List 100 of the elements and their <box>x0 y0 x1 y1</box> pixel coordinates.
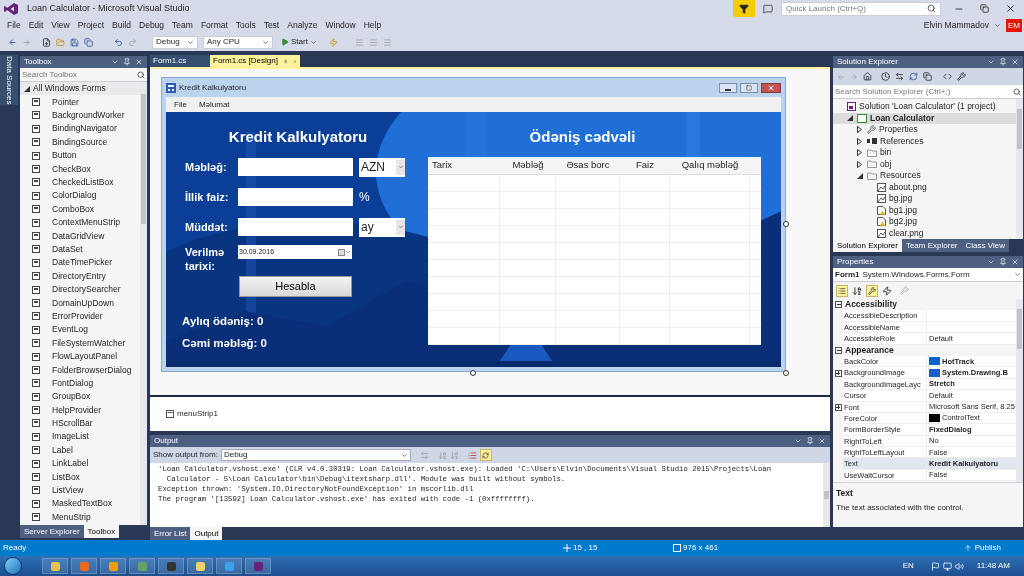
filter-icon[interactable] <box>733 0 755 17</box>
collapsed-arrow-icon[interactable] <box>857 137 862 145</box>
scrollbar-thumb[interactable] <box>141 94 146 224</box>
panel-tab[interactable]: Server Explorer <box>20 525 84 538</box>
properties-icon[interactable] <box>866 284 878 297</box>
toolbox-item[interactable]: HScrollBar <box>20 416 140 431</box>
language-indicator[interactable]: EN <box>902 560 914 572</box>
scrollbar-thumb[interactable] <box>1017 109 1022 149</box>
input-field[interactable] <box>238 158 353 176</box>
output-source-dropdown[interactable]: Debug <box>220 449 411 461</box>
toolbox-item[interactable]: HelpProvider <box>20 403 140 417</box>
menu-item[interactable]: Test <box>259 18 284 32</box>
tree-item[interactable]: bg2.jpg <box>833 216 1016 228</box>
restore-icon[interactable] <box>980 4 989 13</box>
close-button[interactable] <box>761 82 781 93</box>
toolbox-item[interactable]: EventLog <box>20 323 140 337</box>
object-selector[interactable]: Form1 System.Windows.Forms.Form <box>833 268 1023 282</box>
resize-handle[interactable] <box>783 221 789 227</box>
menu-item[interactable]: View <box>47 18 74 32</box>
toolbox-item[interactable]: BindingNavigator <box>20 122 140 136</box>
start-button[interactable]: Start <box>278 35 320 49</box>
property-category[interactable]: Accessibility <box>833 299 1016 311</box>
toolbox-item[interactable]: ImageList <box>20 430 140 444</box>
menu-item[interactable]: Build <box>108 18 135 32</box>
panel-tab[interactable]: Class View <box>961 239 1009 252</box>
toolbox-item[interactable]: DataSet <box>20 242 140 257</box>
quick-launch-field[interactable]: Quick Launch (Ctrl+Q) <box>781 1 941 16</box>
search-icon[interactable] <box>1013 87 1021 96</box>
scrollbar-thumb[interactable] <box>824 491 829 499</box>
expand-box-icon[interactable] <box>834 403 842 411</box>
toolbox-item[interactable]: Label <box>20 443 140 457</box>
side-tab[interactable]: Data Sources <box>0 55 18 106</box>
expand-box-icon[interactable] <box>834 369 842 377</box>
column-header[interactable]: Tarix <box>428 158 500 173</box>
toolbox-item[interactable]: GroupBox <box>20 390 140 404</box>
tree-item[interactable]: obj <box>833 158 1016 170</box>
toolbox-item[interactable]: DataGridView <box>20 229 140 243</box>
panel-tab[interactable]: Error List <box>150 527 191 540</box>
panel-tab[interactable]: Output <box>190 527 223 540</box>
scrollbar-thumb[interactable] <box>1017 309 1022 349</box>
pin-icon[interactable] <box>999 58 1007 66</box>
resize-handle[interactable] <box>470 370 476 376</box>
collapsed-arrow-icon[interactable] <box>857 126 862 134</box>
pin-icon[interactable] <box>999 258 1007 266</box>
platform-dropdown[interactable]: Any CPU <box>203 35 273 49</box>
minimize-button[interactable] <box>719 82 737 93</box>
toolbox-item[interactable]: DirectorySearcher <box>20 282 140 297</box>
toolbox-item[interactable]: BackgroundWorker <box>20 108 140 123</box>
code-icon[interactable] <box>943 72 952 81</box>
toolbox-item[interactable]: CheckBox <box>20 162 140 176</box>
menu-item[interactable]: Debug <box>135 18 169 32</box>
menu-item[interactable]: Tools <box>231 18 260 32</box>
expanded-arrow-icon[interactable] <box>857 172 863 179</box>
dropdown-icon[interactable] <box>111 58 119 66</box>
toolbox-item[interactable]: DomainUpDown <box>20 296 140 310</box>
toolbox-item[interactable]: LinkLabel <box>20 456 140 471</box>
toolbox-item[interactable]: Button <box>20 148 140 163</box>
panel-tab[interactable]: Toolbox <box>83 525 120 538</box>
collapse-box-icon[interactable] <box>835 346 842 354</box>
home-icon[interactable] <box>863 72 872 81</box>
wrench-icon[interactable] <box>957 72 966 81</box>
tray-component[interactable]: menuStrip1 <box>166 408 218 420</box>
taskbar-app[interactable] <box>245 558 271 574</box>
menu-item[interactable]: Help <box>359 18 386 32</box>
collapse-box-icon[interactable] <box>835 301 842 309</box>
toolbox-item[interactable]: DateTimePicker <box>20 256 140 270</box>
pin-icon[interactable] <box>806 437 814 445</box>
menu-item[interactable]: Edit <box>24 18 48 32</box>
pin-icon[interactable] <box>283 57 288 65</box>
column-header[interactable]: Məbləğ <box>500 158 556 173</box>
tree-item[interactable]: bin <box>833 147 1016 159</box>
menu-item[interactable]: Analyze <box>283 18 322 32</box>
flag-icon[interactable] <box>930 561 940 571</box>
save-icon[interactable] <box>70 37 79 47</box>
alphabetical-icon[interactable] <box>852 285 862 296</box>
tree-item[interactable]: bg1.jpg <box>833 204 1016 216</box>
close-icon[interactable] <box>1005 3 1016 14</box>
tree-item[interactable]: Resources <box>833 170 1016 182</box>
taskbar-app[interactable] <box>187 558 213 574</box>
menu-item[interactable]: Team <box>168 18 197 32</box>
toolbox-item[interactable]: DirectoryEntry <box>20 269 140 283</box>
tree-item[interactable]: Properties <box>833 124 1016 136</box>
column-header[interactable]: Qalıq məbləğ <box>670 158 750 173</box>
column-header[interactable]: Faiz <box>620 158 670 173</box>
tree-item[interactable]: Solution 'Loan Calculator' (1 project) <box>833 101 1016 113</box>
tree-item[interactable]: Loan Calculator <box>833 112 1016 124</box>
events-icon[interactable] <box>882 285 892 296</box>
toolbox-item[interactable]: FontDialog <box>20 376 140 390</box>
sync-icon[interactable] <box>895 72 904 81</box>
search-field[interactable]: Search Toolbox <box>20 68 147 82</box>
tree-item[interactable]: about.png <box>833 181 1016 193</box>
refresh-icon[interactable] <box>909 72 918 81</box>
toolbox-item[interactable]: ListView <box>20 483 140 498</box>
collapsed-arrow-icon[interactable] <box>857 160 862 168</box>
menu-item[interactable]: Format <box>196 18 232 32</box>
taskbar-app[interactable] <box>100 558 126 574</box>
input-field[interactable] <box>238 218 353 236</box>
toolbox-item[interactable]: ComboBox <box>20 202 140 216</box>
configuration-dropdown[interactable]: Debug <box>152 35 198 49</box>
pin-icon[interactable] <box>123 58 131 66</box>
